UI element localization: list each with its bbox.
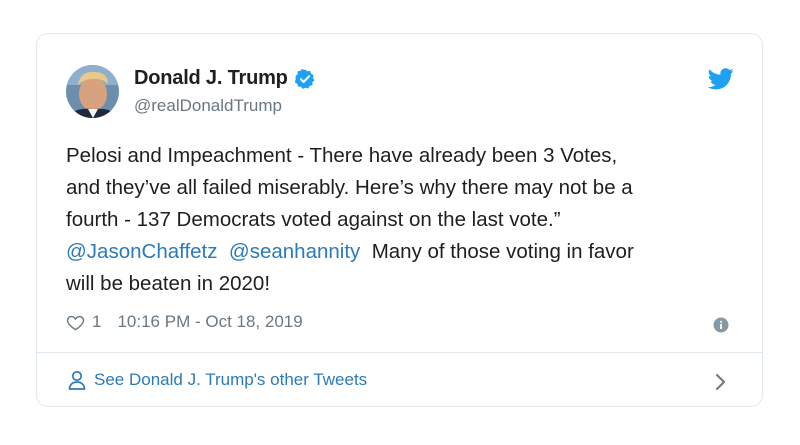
tweet-text-line: fourth - 137 Democrats voted against on … bbox=[66, 208, 561, 231]
mention-link-seanhannity[interactable]: @seanhannity bbox=[229, 240, 360, 263]
tweet-text-line: will be beaten in 2020! bbox=[66, 272, 271, 295]
see-other-tweets-label[interactable]: See Donald J. Trump's other Tweets bbox=[94, 370, 367, 390]
mention-link-jasonchaffetz[interactable]: @JasonChaffetz bbox=[66, 240, 218, 263]
like-count[interactable]: 1 bbox=[92, 312, 101, 332]
info-icon[interactable] bbox=[713, 317, 729, 333]
tweet-text-line: Many of those voting in favor bbox=[371, 240, 634, 263]
divider bbox=[37, 352, 762, 353]
chevron-right-icon[interactable] bbox=[715, 373, 727, 391]
see-other-tweets-link[interactable]: See Donald J. Trump's other Tweets bbox=[68, 370, 367, 390]
author-handle[interactable]: @realDonaldTrump bbox=[134, 96, 282, 116]
twitter-bird-icon[interactable] bbox=[707, 68, 734, 90]
tweet-text: Pelosi and Impeachment - There have alre… bbox=[66, 140, 746, 300]
tweet-text-line: Pelosi and Impeachment - There have alre… bbox=[66, 144, 618, 167]
heart-icon[interactable] bbox=[66, 313, 85, 332]
tweet-timestamp[interactable]: 10:16 PM - Oct 18, 2019 bbox=[117, 312, 302, 332]
tweet-text-line: and they’ve all failed miserably. Here’s… bbox=[66, 176, 633, 199]
author-name-row[interactable]: Donald J. Trump bbox=[134, 67, 316, 90]
tweet-meta: 1 10:16 PM - Oct 18, 2019 bbox=[66, 312, 303, 332]
verified-badge-icon bbox=[294, 68, 316, 90]
embedded-tweet-card: Donald J. Trump @realDonaldTrump Pelosi … bbox=[36, 33, 763, 407]
author-display-name[interactable]: Donald J. Trump bbox=[134, 67, 288, 90]
person-icon bbox=[68, 370, 86, 390]
avatar[interactable] bbox=[66, 65, 119, 118]
